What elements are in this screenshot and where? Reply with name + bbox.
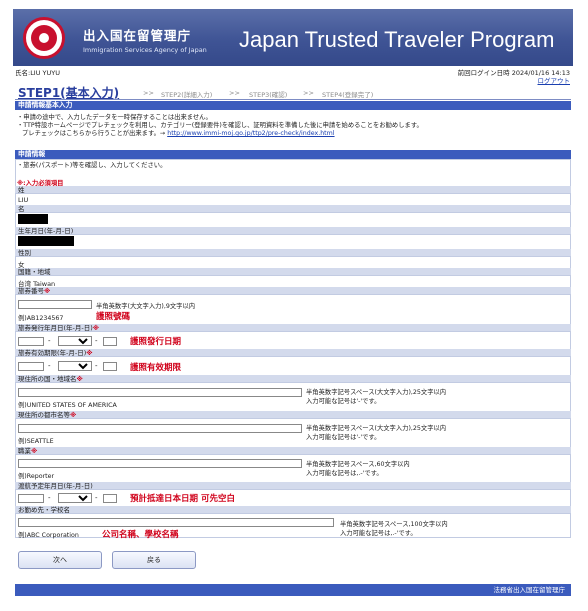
occupation-label: 職業※ — [15, 447, 571, 455]
note-precheck-link: プレチェックはこちらから行うことが出来ます。→ http://www.immi-… — [22, 128, 335, 137]
country-input[interactable] — [18, 388, 302, 397]
country-example: 例)UNITED STATES OF AMERICA — [18, 402, 117, 409]
issue-month-select[interactable] — [58, 336, 92, 346]
step2: STEP2(詳細入力) — [161, 91, 213, 99]
given-name-redacted — [18, 214, 48, 224]
employer-label: お勤め先・学校名 — [15, 506, 571, 514]
info-note: ・旅券(パスポート)等を確認し、入力してください。 — [17, 162, 167, 169]
city-label: 現住所の都市名等※ — [15, 411, 571, 419]
expiry-year-input[interactable] — [18, 362, 44, 371]
passport-number-hint: 半角英数字(大文字入力),9文字以内 — [96, 303, 196, 310]
city-example: 例)SEATTLE — [18, 438, 54, 445]
date-separator: - — [95, 494, 98, 502]
country-label: 現住所の国・地域名※ — [15, 375, 571, 383]
agency-logo-icon — [23, 17, 65, 59]
passport-number-example: 例)AB1234567 — [18, 315, 64, 322]
surname-label: 姓 — [15, 186, 571, 194]
city-input[interactable] — [18, 424, 302, 433]
employer-hint-symbols: 入力可能な記号は,.-'です。 — [340, 530, 417, 537]
city-hint: 半角英数字記号スペース(大文字入力),25文字以内 — [306, 425, 447, 432]
issue-date-annotation: 護照發行日期 — [130, 337, 182, 347]
issue-year-input[interactable] — [18, 337, 44, 346]
passport-number-label: 旅券番号※ — [15, 287, 571, 295]
gender-label: 性別 — [15, 249, 571, 257]
step-arrow: >> — [229, 89, 240, 97]
date-separator: - — [48, 362, 51, 370]
date-separator: - — [48, 337, 51, 345]
city-hint-symbols: 入力可能な記号は'-'です。 — [306, 434, 381, 441]
travel-year-input[interactable] — [18, 494, 44, 503]
occupation-input[interactable] — [18, 459, 302, 468]
precheck-link[interactable]: http://www.immi-moj.go.jp/ttp2/pre-check… — [167, 130, 334, 137]
occupation-hint-symbols: 入力可能な記号は,.-'です。 — [306, 470, 383, 477]
travel-date-annotation: 預計抵達日本日期 可先空白 — [130, 494, 235, 504]
expiry-day-input[interactable] — [103, 362, 117, 371]
passport-number-annotation: 護照號碼 — [96, 312, 131, 322]
section-info-title: 申請情報 — [15, 150, 571, 159]
issue-date-label: 旅券発行年月日(年-月-日)※ — [15, 324, 571, 332]
date-separator: - — [95, 337, 98, 345]
employer-example: 例)ABC Corporation — [18, 532, 79, 539]
occupation-hint: 半角英数字記号スペース,60文字以内 — [306, 461, 410, 468]
employer-hint: 半角英数字記号スペース,100文字以内 — [340, 521, 448, 528]
employer-annotation: 公司名稱、學校名稱 — [102, 530, 179, 540]
next-button[interactable]: 次へ — [18, 551, 102, 569]
footer: 法務省出入国在留管理庁 — [15, 584, 571, 596]
date-separator: - — [48, 494, 51, 502]
occupation-example: 例)Reporter — [18, 473, 55, 480]
section-basic-title: 申請情報基本入力 — [15, 101, 571, 110]
back-button[interactable]: 戻る — [112, 551, 196, 569]
program-title: Japan Trusted Traveler Program — [239, 27, 555, 52]
note-precheck-text: プレチェックはこちらから行うことが出来ます。→ — [22, 130, 166, 137]
step3: STEP3(確認) — [249, 91, 288, 99]
agency-name-jp: 出入国在留管理庁 — [83, 28, 192, 43]
header-banner: 出入国在留管理庁 Immigration Services Agency of … — [13, 9, 573, 66]
nationality-label: 国籍・地域 — [15, 268, 571, 276]
expiry-date-label: 旅券有効期限(年-月-日)※ — [15, 349, 571, 357]
step-arrow: >> — [143, 89, 154, 97]
surname-value: LIU — [18, 196, 29, 204]
step1-active: STEP1(基本入力) — [18, 86, 120, 100]
step-indicator: STEP1(基本入力) >> STEP2(詳細入力) >> STEP3(確認) … — [15, 84, 571, 100]
step-arrow: >> — [303, 89, 314, 97]
dob-label: 生年月日(年-月-日) — [15, 227, 571, 235]
employer-input[interactable] — [18, 518, 334, 527]
country-hint: 半角英数字記号スペース(大文字入力),25文字以内 — [306, 389, 447, 396]
user-name: 氏名:LIU YUYU — [15, 69, 61, 77]
travel-month-select[interactable] — [58, 493, 92, 503]
step4: STEP4(登録完了) — [322, 91, 374, 99]
dob-redacted — [18, 236, 74, 246]
expiry-date-annotation: 護照有效期限 — [130, 363, 182, 373]
travel-date-label: 渡航予定年月日(年-月-日) — [15, 482, 571, 490]
passport-number-input[interactable] — [18, 300, 92, 309]
travel-day-input[interactable] — [103, 494, 117, 503]
country-hint-symbols: 入力可能な記号は'-'です。 — [306, 398, 381, 405]
date-separator: - — [95, 362, 98, 370]
expiry-month-select[interactable] — [58, 361, 92, 371]
given-name-label: 名 — [15, 205, 571, 213]
agency-name-en: Immigration Services Agency of Japan — [83, 46, 207, 54]
issue-day-input[interactable] — [103, 337, 117, 346]
